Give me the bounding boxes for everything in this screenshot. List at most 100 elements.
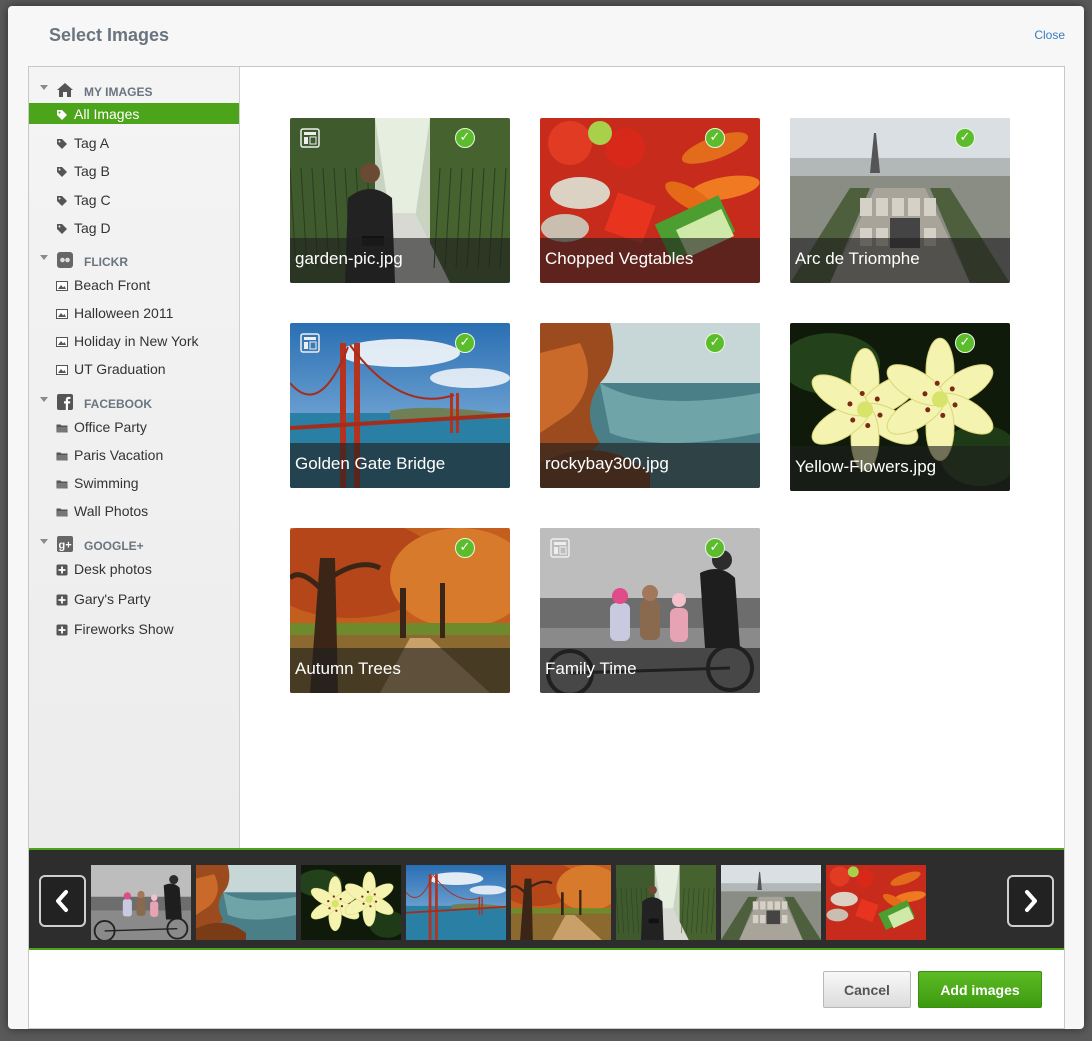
selected-check-icon[interactable]: ✓ — [705, 333, 725, 353]
filmstrip-thumbnail[interactable] — [826, 865, 926, 940]
sidebar-item-label: Tag D — [74, 220, 111, 236]
sidebar-item-label: Swimming — [74, 475, 139, 491]
selected-check-icon[interactable]: ✓ — [455, 128, 475, 148]
sidebar-item-tag-b[interactable]: Tag B — [29, 160, 239, 182]
image-icon — [56, 279, 68, 291]
sidebar-item-paris-vacation[interactable]: Paris Vacation — [29, 444, 239, 466]
image-caption: Arc de Triomphe — [795, 249, 920, 268]
sidebar-group-label: GOOGLE+ — [84, 539, 144, 553]
chevron-left-icon — [56, 890, 68, 912]
tag-icon — [56, 108, 68, 120]
layout-template-icon[interactable] — [550, 538, 570, 558]
filmstrip-thumbnail[interactable] — [511, 865, 611, 940]
filmstrip-thumbnail[interactable] — [721, 865, 821, 940]
expand-triangle-icon[interactable] — [40, 397, 48, 402]
image-tile[interactable]: rockybay300.jpg ✓ — [540, 323, 760, 488]
image-caption: rockybay300.jpg — [545, 454, 669, 473]
sidebar-item-label: Holiday in New York — [74, 333, 199, 349]
sidebar-group-my-images[interactable]: MY IMAGES — [29, 79, 239, 103]
image-caption: Chopped Vegtables — [545, 249, 694, 268]
sidebar-item-tag-c[interactable]: Tag C — [29, 189, 239, 211]
selected-filmstrip — [29, 848, 1064, 950]
image-caption: Family Time — [545, 659, 637, 678]
sidebar-item-label: Wall Photos — [74, 503, 149, 519]
svg-text:g+: g+ — [59, 540, 72, 552]
sidebar-item-all-images[interactable]: All Images — [29, 103, 239, 124]
layout-template-icon[interactable] — [300, 128, 320, 148]
sidebar-group-label: FLICKR — [84, 255, 128, 269]
sidebar-item-ut-graduation[interactable]: UT Graduation — [29, 358, 239, 380]
selected-check-icon[interactable]: ✓ — [955, 333, 975, 353]
sidebar-item-label: Desk photos — [74, 561, 152, 577]
sidebar-item-fireworks-show[interactable]: Fireworks Show — [29, 618, 239, 640]
sidebar-item-label: Gary's Party — [74, 591, 151, 607]
filmstrip-thumbnail[interactable] — [196, 865, 296, 940]
sidebar-item-label: Beach Front — [74, 277, 151, 293]
image-tile[interactable]: Yellow-Flowers.jpg ✓ — [790, 323, 1010, 491]
filmstrip-thumbnail[interactable] — [406, 865, 506, 940]
dialog-title: Select Images — [49, 25, 170, 45]
facebook-icon — [56, 393, 74, 411]
sidebar-item-office-party[interactable]: Office Party — [29, 416, 239, 438]
layout-template-icon[interactable] — [300, 333, 320, 353]
folder-icon — [56, 477, 68, 489]
tag-icon — [56, 165, 68, 177]
plus-box-icon — [56, 563, 68, 576]
sidebar-group-flickr[interactable]: FLICKR — [29, 249, 239, 273]
selected-check-icon[interactable]: ✓ — [955, 128, 975, 148]
sidebar-item-label: Fireworks Show — [74, 621, 174, 637]
dialog-body: MY IMAGES All Images Tag A Tag B Tag C Tag D F… — [28, 66, 1065, 1029]
image-icon — [56, 307, 68, 319]
add-images-button[interactable]: Add images — [918, 971, 1042, 1008]
close-link[interactable]: Close — [1034, 28, 1065, 42]
image-caption: Autumn Trees — [295, 659, 401, 678]
selected-check-icon[interactable]: ✓ — [705, 128, 725, 148]
sidebar-group-facebook[interactable]: FACEBOOK — [29, 391, 239, 415]
cancel-button[interactable]: Cancel — [823, 971, 911, 1008]
image-tile[interactable]: Arc de Triomphe ✓ — [790, 118, 1010, 283]
sidebar-group-label: FACEBOOK — [84, 397, 153, 411]
image-icon — [56, 335, 68, 347]
selected-check-icon[interactable]: ✓ — [705, 538, 725, 558]
image-tile[interactable]: Family Time ✓ — [540, 528, 760, 693]
image-icon — [56, 363, 68, 375]
image-tile[interactable]: garden-pic.jpg ✓ — [290, 118, 510, 283]
sidebar-item-wall-photos[interactable]: Wall Photos — [29, 500, 239, 522]
sidebar-item-tag-d[interactable]: Tag D — [29, 217, 239, 239]
sidebar-item-halloween-2011[interactable]: Halloween 2011 — [29, 302, 239, 324]
folder-icon — [56, 449, 68, 461]
sidebar-group-google[interactable]: g+ GOOGLE+ — [29, 533, 239, 557]
expand-triangle-icon[interactable] — [40, 255, 48, 260]
selected-check-icon[interactable]: ✓ — [455, 333, 475, 353]
sidebar-item-label: Tag B — [74, 163, 110, 179]
sidebar-item-desk-photos[interactable]: Desk photos — [29, 558, 239, 580]
image-tile[interactable]: Chopped Vegtables ✓ — [540, 118, 760, 283]
sidebar-item-beach-front[interactable]: Beach Front — [29, 274, 239, 296]
flickr-icon — [56, 251, 74, 269]
filmstrip-prev-button[interactable] — [39, 875, 86, 927]
plus-box-icon — [56, 623, 68, 636]
sidebar-item-label: Halloween 2011 — [74, 305, 174, 321]
sidebar-item-label: Paris Vacation — [74, 447, 164, 463]
home-icon — [56, 81, 74, 99]
image-tile[interactable]: Golden Gate Bridge ✓ — [290, 323, 510, 488]
google-plus-icon: g+ — [56, 535, 74, 553]
image-caption: garden-pic.jpg — [295, 249, 403, 268]
image-tile[interactable]: Autumn Trees ✓ — [290, 528, 510, 693]
selected-check-icon[interactable]: ✓ — [455, 538, 475, 558]
sidebar-item-tag-a[interactable]: Tag A — [29, 132, 239, 154]
image-caption: Yellow-Flowers.jpg — [795, 457, 937, 476]
image-caption: Golden Gate Bridge — [295, 454, 446, 473]
sidebar-item-label: All Images — [74, 106, 140, 122]
filmstrip-thumbnail[interactable] — [301, 865, 401, 940]
expand-triangle-icon[interactable] — [40, 539, 48, 544]
filmstrip-thumbnail[interactable] — [616, 865, 716, 940]
filmstrip-thumbnail[interactable] — [91, 865, 191, 940]
sidebar-item-holiday-in-new-york[interactable]: Holiday in New York — [29, 330, 239, 352]
expand-triangle-icon[interactable] — [40, 85, 48, 90]
sidebar-item-label: UT Graduation — [74, 361, 166, 377]
sidebar-item-gary-s-party[interactable]: Gary's Party — [29, 588, 239, 610]
filmstrip-next-button[interactable] — [1007, 875, 1054, 927]
chevron-right-icon — [1025, 890, 1037, 912]
sidebar-item-swimming[interactable]: Swimming — [29, 472, 239, 494]
